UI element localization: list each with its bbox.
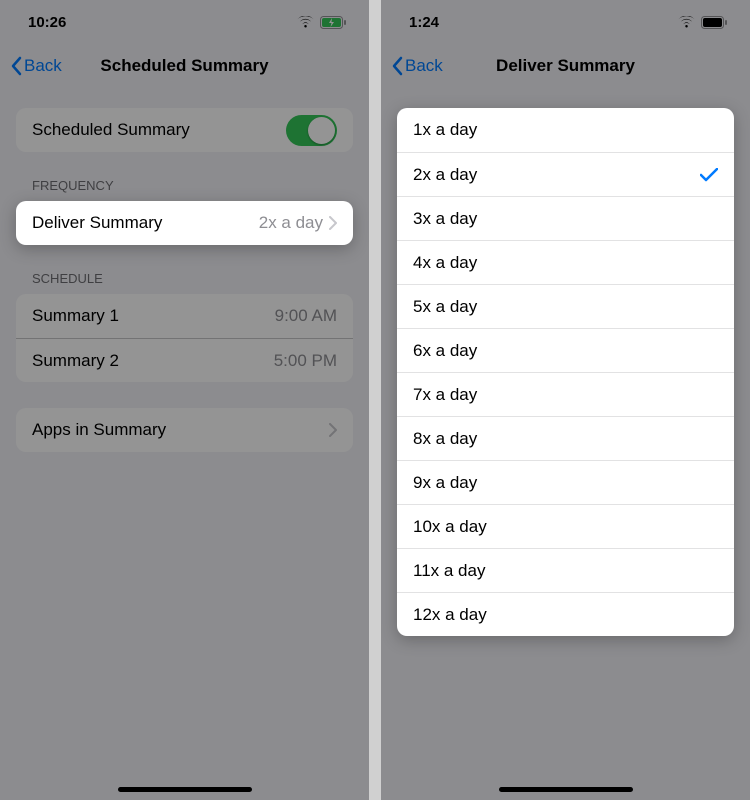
summary-2-row[interactable]: Summary 2 5:00 PM — [16, 338, 353, 382]
schedule-header: SCHEDULE — [16, 271, 353, 294]
scheduled-summary-toggle-row[interactable]: Scheduled Summary — [16, 108, 353, 152]
home-indicator[interactable] — [499, 787, 633, 792]
frequency-option-label: 12x a day — [413, 605, 487, 625]
battery-charging-icon — [320, 16, 347, 29]
frequency-option[interactable]: 8x a day — [397, 416, 734, 460]
frequency-option[interactable]: 4x a day — [397, 240, 734, 284]
summary-1-time: 9:00 AM — [275, 306, 337, 326]
frequency-option-label: 10x a day — [413, 517, 487, 537]
frequency-option[interactable]: 2x a day — [397, 152, 734, 196]
status-icons — [297, 16, 347, 29]
frequency-option[interactable]: 1x a day — [397, 108, 734, 152]
nav-bar: Back Deliver Summary — [381, 44, 750, 88]
frequency-option-label: 2x a day — [413, 165, 477, 185]
summary-2-label: Summary 2 — [32, 351, 119, 371]
summary-2-time: 5:00 PM — [274, 351, 337, 371]
phone-deliver-summary: 1:24 Back Deliver Summary 1x a day 2x a d… — [381, 0, 750, 800]
frequency-option-label: 1x a day — [413, 120, 477, 140]
status-time: 1:24 — [409, 14, 439, 31]
home-indicator[interactable] — [118, 787, 252, 792]
frequency-options-list: 1x a day 2x a day 3x a day 4x a day 5x a day… — [397, 108, 734, 636]
nav-bar: Back Scheduled Summary — [0, 44, 369, 88]
frequency-option[interactable]: 12x a day — [397, 592, 734, 636]
frequency-option-label: 11x a day — [413, 561, 485, 581]
status-icons — [678, 16, 728, 29]
frequency-option-label: 3x a day — [413, 209, 477, 229]
frequency-header: FREQUENCY — [16, 178, 353, 201]
status-bar: 10:26 — [0, 0, 369, 44]
frequency-option[interactable]: 5x a day — [397, 284, 734, 328]
frequency-option[interactable]: 6x a day — [397, 328, 734, 372]
frequency-option-label: 9x a day — [413, 473, 477, 493]
frequency-option-label: 7x a day — [413, 385, 477, 405]
frequency-option-label: 8x a day — [413, 429, 477, 449]
frequency-option[interactable]: 9x a day — [397, 460, 734, 504]
toggle-knob — [308, 117, 335, 144]
battery-icon — [701, 16, 728, 29]
apps-in-summary-row[interactable]: Apps in Summary — [16, 408, 353, 452]
chevron-right-icon — [329, 216, 337, 230]
nav-title: Deliver Summary — [381, 56, 750, 76]
toggle-switch[interactable] — [286, 115, 337, 146]
status-time: 10:26 — [28, 14, 66, 31]
summary-1-row[interactable]: Summary 1 9:00 AM — [16, 294, 353, 338]
wifi-icon — [678, 16, 695, 28]
deliver-summary-row[interactable]: Deliver Summary 2x a day — [16, 201, 353, 245]
checkmark-icon — [700, 168, 718, 182]
deliver-summary-value: 2x a day — [259, 213, 323, 233]
frequency-option[interactable]: 3x a day — [397, 196, 734, 240]
frequency-option-label: 6x a day — [413, 341, 477, 361]
frequency-option[interactable]: 7x a day — [397, 372, 734, 416]
toggle-label: Scheduled Summary — [32, 120, 190, 140]
wifi-icon — [297, 16, 314, 28]
phone-scheduled-summary: 10:26 Back Scheduled Summary Scheduled S… — [0, 0, 369, 800]
summary-1-label: Summary 1 — [32, 306, 119, 326]
status-bar: 1:24 — [381, 0, 750, 44]
frequency-option[interactable]: 10x a day — [397, 504, 734, 548]
frequency-option[interactable]: 11x a day — [397, 548, 734, 592]
frequency-option-label: 5x a day — [413, 297, 477, 317]
deliver-summary-label: Deliver Summary — [32, 213, 162, 233]
nav-title: Scheduled Summary — [0, 56, 369, 76]
frequency-option-label: 4x a day — [413, 253, 477, 273]
apps-in-summary-label: Apps in Summary — [32, 420, 166, 440]
chevron-right-icon — [329, 423, 337, 437]
